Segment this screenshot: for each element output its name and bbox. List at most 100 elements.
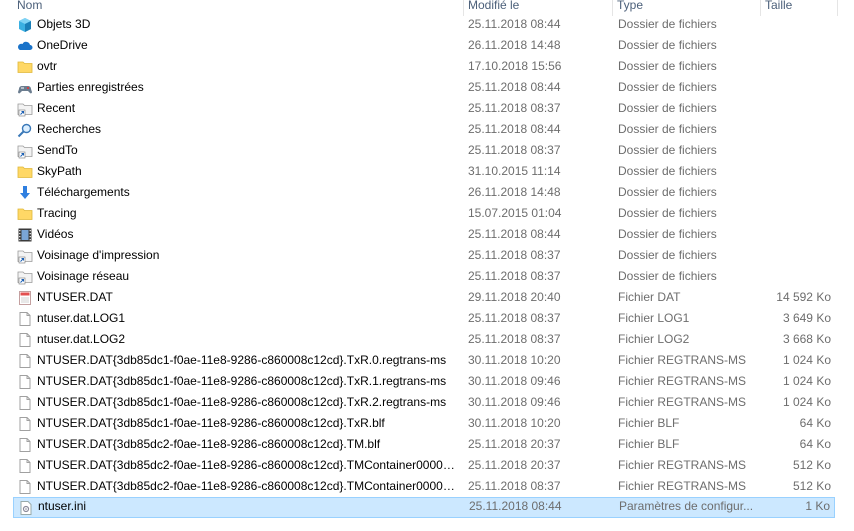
- searches-icon: [17, 122, 33, 138]
- ini-file-icon: [18, 500, 34, 516]
- file-size: 1 Ko: [805, 499, 830, 513]
- file-row[interactable]: Voisinage réseau 25.11.2018 08:37 Dossier …: [13, 266, 835, 287]
- file-row[interactable]: ntuser.dat.LOG2 25.11.2018 08:37 Fichier L…: [13, 329, 835, 350]
- file-modified-date: 25.11.2018 08:37: [468, 269, 561, 283]
- file-type: Fichier LOG2: [618, 332, 690, 346]
- file-row[interactable]: NTUSER.DAT{3db85dc1-f0ae-11e8-9286-c8600…: [13, 392, 835, 413]
- file-type: Paramètres de configur...: [619, 499, 754, 513]
- file-icon: [17, 332, 33, 348]
- file-icon: [17, 437, 33, 453]
- file-modified-date: 25.11.2018 08:37: [468, 332, 561, 346]
- file-row[interactable]: Téléchargements 26.11.2018 14:48 Dossier d…: [13, 182, 835, 203]
- file-type: Fichier REGTRANS-MS: [618, 353, 747, 367]
- file-name: Voisinage réseau: [37, 269, 130, 283]
- file-row[interactable]: NTUSER.DAT{3db85dc2-f0ae-11e8-9286-c8600…: [13, 434, 835, 455]
- file-modified-date: 29.11.2018 20:40: [468, 290, 561, 304]
- file-name: Recent: [37, 101, 76, 115]
- file-size: 1 024 Ko: [782, 395, 831, 409]
- file-name: OneDrive: [37, 38, 88, 52]
- file-modified-date: 25.11.2018 08:44: [468, 17, 561, 31]
- file-name: SkyPath: [37, 164, 82, 178]
- shortcut-folder-icon: [17, 143, 33, 159]
- file-modified-date: 17.10.2018 15:56: [468, 59, 562, 73]
- file-name: ntuser.dat.LOG1: [37, 311, 126, 325]
- shortcut-folder-icon: [17, 269, 33, 285]
- file-type: Fichier BLF: [618, 416, 680, 430]
- file-modified-date: 30.11.2018 09:46: [468, 374, 561, 388]
- file-name: Voisinage d'impression: [37, 248, 160, 262]
- file-row[interactable]: NTUSER.DAT{3db85dc1-f0ae-11e8-9286-c8600…: [13, 413, 835, 434]
- file-row[interactable]: Recent 25.11.2018 08:37 Dossier de fichier…: [13, 98, 835, 119]
- file-modified-date: 30.11.2018 09:46: [468, 395, 561, 409]
- file-modified-date: 25.11.2018 08:44: [468, 122, 561, 136]
- file-name: Objets 3D: [37, 17, 91, 31]
- file-type: Dossier de fichiers: [618, 59, 717, 73]
- file-type: Dossier de fichiers: [618, 122, 717, 136]
- file-type: Dossier de fichiers: [618, 164, 717, 178]
- file-modified-date: 25.11.2018 08:44: [468, 80, 561, 94]
- file-type: Dossier de fichiers: [618, 38, 717, 52]
- file-name: NTUSER.DAT{3db85dc2-f0ae-11e8-9286-c8600…: [37, 437, 381, 451]
- file-modified-date: 25.11.2018 08:37: [468, 101, 561, 115]
- file-name: SendTo: [37, 143, 78, 157]
- file-type: Fichier LOG1: [618, 311, 690, 325]
- file-row[interactable]: Parties enregistrées 25.11.2018 08:44 Doss…: [13, 77, 835, 98]
- file-name: NTUSER.DAT{3db85dc2-f0ae-11e8-9286-c8600…: [37, 458, 457, 472]
- file-row[interactable]: ntuser.ini 25.11.2018 08:44 Paramètres de …: [13, 497, 835, 518]
- downloads-icon: [17, 185, 33, 201]
- folder-icon: [17, 164, 33, 180]
- file-row[interactable]: NTUSER.DAT 29.11.2018 20:40 Fichier DAT 14 …: [13, 287, 835, 308]
- file-modified-date: 30.11.2018 10:20: [468, 416, 561, 430]
- file-name: NTUSER.DAT{3db85dc1-f0ae-11e8-9286-c8600…: [37, 395, 447, 409]
- column-divider[interactable]: [837, 0, 838, 16]
- file-row[interactable]: Vidéos 25.11.2018 08:44 Dossier de fichier…: [13, 224, 835, 245]
- file-type: Dossier de fichiers: [618, 143, 717, 157]
- file-type: Fichier REGTRANS-MS: [618, 374, 747, 388]
- file-modified-date: 31.10.2015 11:14: [468, 164, 561, 178]
- folder-icon: [17, 206, 33, 222]
- objects-3d-icon: [17, 17, 33, 33]
- file-type: Fichier DAT: [618, 290, 681, 304]
- file-row[interactable]: Tracing 15.07.2015 01:04 Dossier de fichie…: [13, 203, 835, 224]
- file-row[interactable]: ntuser.dat.LOG1 25.11.2018 08:37 Fichier L…: [13, 308, 835, 329]
- file-row[interactable]: OneDrive 26.11.2018 14:48 Dossier de fichi…: [13, 35, 835, 56]
- file-modified-date: 25.11.2018 20:37: [468, 458, 561, 472]
- file-type: Dossier de fichiers: [618, 101, 717, 115]
- file-row[interactable]: NTUSER.DAT{3db85dc1-f0ae-11e8-9286-c8600…: [13, 350, 835, 371]
- file-row[interactable]: Objets 3D 25.11.2018 08:44 Dossier de fich…: [13, 14, 835, 35]
- file-row[interactable]: NTUSER.DAT{3db85dc2-f0ae-11e8-9286-c8600…: [13, 476, 835, 497]
- file-icon: [17, 458, 33, 474]
- file-modified-date: 26.11.2018 14:48: [468, 38, 561, 52]
- file-row[interactable]: NTUSER.DAT{3db85dc2-f0ae-11e8-9286-c8600…: [13, 455, 835, 476]
- file-type: Fichier REGTRANS-MS: [618, 395, 747, 409]
- shortcut-folder-icon: [17, 248, 33, 264]
- file-type: Dossier de fichiers: [618, 269, 717, 283]
- file-row[interactable]: SendTo 25.11.2018 08:37 Dossier de fichier…: [13, 140, 835, 161]
- file-size: 64 Ko: [799, 437, 831, 451]
- file-size: 3 649 Ko: [782, 311, 831, 325]
- file-size: 512 Ko: [792, 458, 831, 472]
- file-size: 1 024 Ko: [782, 353, 831, 367]
- file-name: Téléchargements: [37, 185, 130, 199]
- file-row[interactable]: Voisinage d'impression 25.11.2018 08:37 Do…: [13, 245, 835, 266]
- file-name: ovtr: [37, 59, 58, 73]
- file-name: NTUSER.DAT{3db85dc2-f0ae-11e8-9286-c8600…: [37, 479, 457, 493]
- folder-icon: [17, 59, 33, 75]
- file-name: NTUSER.DAT: [37, 290, 113, 304]
- file-name: NTUSER.DAT{3db85dc1-f0ae-11e8-9286-c8600…: [37, 353, 447, 367]
- file-modified-date: 30.11.2018 10:20: [468, 353, 561, 367]
- file-row[interactable]: NTUSER.DAT{3db85dc1-f0ae-11e8-9286-c8600…: [13, 371, 835, 392]
- saved-games-icon: [17, 80, 33, 96]
- file-row[interactable]: ovtr 17.10.2018 15:56 Dossier de fichiers: [13, 56, 835, 77]
- file-name: NTUSER.DAT{3db85dc1-f0ae-11e8-9286-c8600…: [37, 374, 447, 388]
- file-row[interactable]: Recherches 25.11.2018 08:44 Dossier de fic…: [13, 119, 835, 140]
- file-type: Dossier de fichiers: [618, 185, 717, 199]
- file-icon: [17, 374, 33, 390]
- file-type: Fichier REGTRANS-MS: [618, 479, 747, 493]
- file-type: Dossier de fichiers: [618, 80, 717, 94]
- file-name: Vidéos: [37, 227, 74, 241]
- file-row[interactable]: SkyPath 31.10.2015 11:14 Dossier de fichie…: [13, 161, 835, 182]
- file-name: NTUSER.DAT{3db85dc1-f0ae-11e8-9286-c8600…: [37, 416, 385, 430]
- file-type: Dossier de fichiers: [618, 206, 717, 220]
- dat-file-icon: [17, 290, 33, 306]
